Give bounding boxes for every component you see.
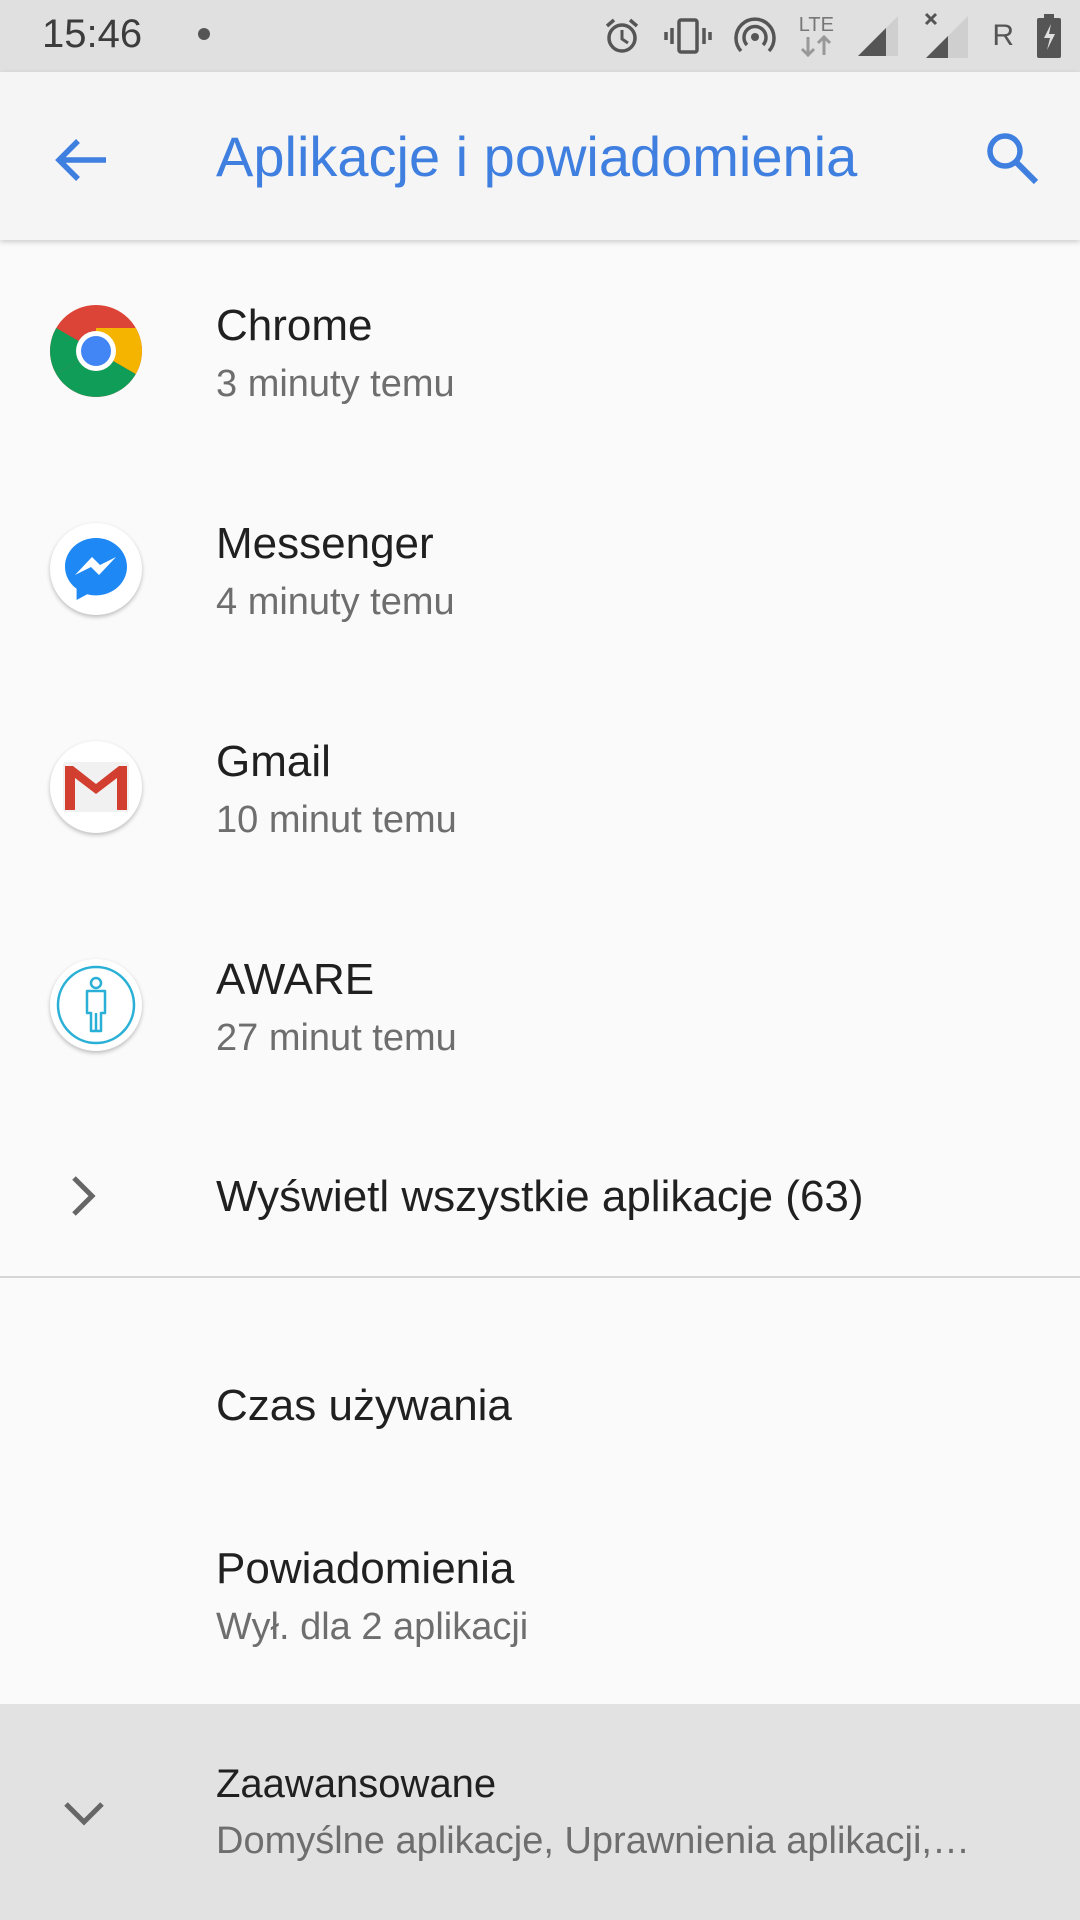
app-name: Chrome (216, 301, 373, 350)
app-name: Messenger (216, 519, 434, 568)
status-time: 15:46 (42, 12, 143, 56)
advanced-title: Zaawansowane (216, 1762, 497, 1806)
page-title: Aplikacje i powiadomienia (216, 125, 858, 188)
back-button[interactable] (50, 128, 114, 192)
gmail-icon (50, 741, 142, 833)
hotspot-icon (734, 16, 777, 56)
notifications-summary: Wył. dla 2 aplikacji (216, 1606, 529, 1648)
app-name: AWARE (216, 955, 375, 1004)
app-name: Gmail (216, 737, 331, 786)
notifications-item[interactable]: Powiadomienia Wył. dla 2 aplikacji (0, 1520, 1080, 1704)
app-last-used: 10 minut temu (216, 799, 457, 841)
vibrate-icon (664, 16, 713, 56)
screen-time-item[interactable]: Czas używania (0, 1300, 1080, 1520)
app-last-used: 4 minuty temu (216, 581, 455, 623)
app-bar: Aplikacje i powiadomienia (0, 72, 1080, 240)
status-bar: 15:46 LTE R (0, 0, 1080, 72)
see-all-apps-item[interactable]: Wyświetl wszystkie aplikacje (63) (0, 1114, 1080, 1276)
alarm-icon (602, 16, 642, 56)
notifications-title: Powiadomienia (216, 1544, 515, 1593)
recent-app-aware[interactable]: AWARE 27 minut temu (0, 896, 1080, 1114)
lte-label: LTE (798, 14, 834, 36)
roaming-indicator: R (992, 19, 1014, 52)
app-last-used: 3 minuty temu (216, 363, 455, 405)
messenger-icon (50, 523, 142, 615)
chevron-right-icon (70, 1174, 98, 1223)
back-arrow-icon (55, 139, 106, 181)
section-divider (0, 1276, 1080, 1278)
app-last-used: 27 minut temu (216, 1017, 457, 1059)
search-button[interactable] (980, 126, 1044, 190)
advanced-summary: Domyślne aplikacje, Uprawnienia aplikacj… (216, 1820, 970, 1862)
recent-app-chrome[interactable]: Chrome 3 minuty temu (0, 242, 1080, 460)
recent-app-gmail[interactable]: Gmail 10 minut temu (0, 678, 1080, 896)
chevron-down-icon (62, 1800, 106, 1833)
lte-data-icon: LTE (798, 15, 834, 57)
screen-time-title: Czas używania (216, 1381, 512, 1430)
status-icons: LTE R (602, 10, 1062, 62)
aware-icon (50, 959, 142, 1051)
search-icon (987, 133, 1039, 185)
chrome-icon (50, 305, 142, 397)
see-all-apps-label: Wyświetl wszystkie aplikacje (63) (216, 1172, 864, 1221)
signal-icon (856, 14, 900, 58)
advanced-item[interactable]: Zaawansowane Domyślne aplikacje, Uprawni… (0, 1704, 1080, 1920)
signal-no-service-icon (922, 12, 970, 60)
recent-app-messenger[interactable]: Messenger 4 minuty temu (0, 460, 1080, 678)
battery-charging-icon (1036, 14, 1062, 58)
notification-dot (198, 28, 210, 40)
